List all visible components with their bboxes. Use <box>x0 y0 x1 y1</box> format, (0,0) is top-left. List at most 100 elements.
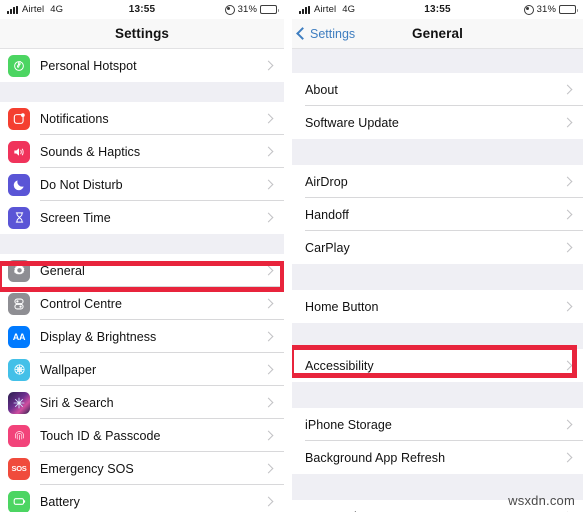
chevron-right-icon <box>562 176 573 187</box>
group-separator <box>0 234 284 254</box>
sidebar-item-general[interactable]: General <box>0 254 284 287</box>
list-item-carplay[interactable]: CarPlay <box>292 231 583 264</box>
general-group-storage: iPhone Storage Background App Refresh <box>292 408 583 474</box>
chevron-right-icon <box>562 242 573 253</box>
status-bar-right: 31% <box>523 4 578 15</box>
chevron-right-icon <box>263 430 274 441</box>
sidebar-item-touch-id-passcode[interactable]: Touch ID & Passcode <box>0 419 284 452</box>
left-settings-list[interactable]: Personal Hotspot Notifications Sounds & … <box>0 49 284 512</box>
emergency-sos-icon: SOS <box>8 457 30 480</box>
sidebar-item-label: General <box>40 263 85 278</box>
status-bar-right: 31% <box>224 4 279 15</box>
list-item-software-update[interactable]: Software Update <box>292 106 583 139</box>
list-item-background-app-refresh[interactable]: Background App Refresh <box>292 441 583 474</box>
general-settings-list[interactable]: About Software Update AirDrop Handoff Ca… <box>292 49 583 512</box>
battery-percent-label: 31% <box>536 4 556 15</box>
sidebar-item-control-centre[interactable]: Control Centre <box>0 287 284 320</box>
list-item-label: AirDrop <box>305 174 348 189</box>
notifications-icon <box>8 107 30 130</box>
chevron-left-icon <box>296 27 309 40</box>
chevron-right-icon <box>263 397 274 408</box>
sidebar-item-battery[interactable]: Battery <box>0 485 284 512</box>
general-group-accessibility: Accessibility <box>292 349 583 382</box>
chevron-right-icon <box>263 60 274 71</box>
watermark: wsxdn.com <box>508 493 575 508</box>
wallpaper-icon <box>8 358 30 381</box>
display-brightness-icon: AA <box>8 325 30 348</box>
group-separator <box>292 139 583 165</box>
list-top-gap <box>292 49 583 73</box>
sidebar-item-wallpaper[interactable]: Wallpaper <box>0 353 284 386</box>
chevron-right-icon <box>263 212 274 223</box>
settings-group-system: General Control Centre AA Display & Brig… <box>0 254 284 512</box>
list-item-label: Background App Refresh <box>305 450 446 465</box>
sidebar-item-label: Siri & Search <box>40 395 114 410</box>
sidebar-item-notifications[interactable]: Notifications <box>0 102 284 135</box>
panel-gutter <box>284 0 292 512</box>
sounds-haptics-icon <box>8 140 30 163</box>
chevron-right-icon <box>562 209 573 220</box>
touch-id-passcode-icon <box>8 424 30 447</box>
general-group-continuity: AirDrop Handoff CarPlay <box>292 165 583 264</box>
chevron-right-icon <box>263 331 274 342</box>
chevron-right-icon <box>562 419 573 430</box>
sidebar-item-label: Screen Time <box>40 210 111 225</box>
settings-group-connectivity: Personal Hotspot <box>0 49 284 82</box>
list-item-label: iPhone Storage <box>305 417 392 432</box>
siri-search-icon <box>8 391 30 414</box>
group-separator <box>0 82 284 102</box>
rotation-lock-icon <box>523 4 534 15</box>
group-separator <box>292 323 583 349</box>
sidebar-item-siri-search[interactable]: Siri & Search <box>0 386 284 419</box>
chevron-right-icon <box>263 265 274 276</box>
sidebar-item-label: Do Not Disturb <box>40 177 123 192</box>
chevron-right-icon <box>263 179 274 190</box>
right-nav-bar: Settings General <box>292 19 583 49</box>
battery-percent-label: 31% <box>237 4 257 15</box>
back-button-label: Settings <box>310 26 356 41</box>
personal-hotspot-icon <box>8 54 30 77</box>
list-item-label: Software Update <box>305 115 399 130</box>
chevron-right-icon <box>263 364 274 375</box>
list-item-label: About <box>305 82 338 97</box>
sidebar-item-display-brightness[interactable]: AA Display & Brightness <box>0 320 284 353</box>
chevron-right-icon <box>263 113 274 124</box>
sidebar-item-label: Control Centre <box>40 296 122 311</box>
left-phone-screenshot: Airtel 4G 13:55 31% Settings Personal Ho… <box>0 0 284 512</box>
settings-group-alerts: Notifications Sounds & Haptics Do Not Di… <box>0 102 284 234</box>
list-item-iphone-storage[interactable]: iPhone Storage <box>292 408 583 441</box>
general-group-home-button: Home Button <box>292 290 583 323</box>
right-status-bar: Airtel 4G 13:55 31% <box>292 0 583 19</box>
back-button[interactable]: Settings <box>292 27 355 41</box>
list-item-airdrop[interactable]: AirDrop <box>292 165 583 198</box>
sidebar-item-label: Personal Hotspot <box>40 58 137 73</box>
sidebar-item-personal-hotspot[interactable]: Personal Hotspot <box>0 49 284 82</box>
general-group-info: About Software Update <box>292 73 583 139</box>
sidebar-item-emergency-sos[interactable]: SOS Emergency SOS <box>0 452 284 485</box>
list-item-label: CarPlay <box>305 240 350 255</box>
list-item-accessibility[interactable]: Accessibility <box>292 349 583 382</box>
sidebar-item-sounds-haptics[interactable]: Sounds & Haptics <box>0 135 284 168</box>
rotation-lock-icon <box>224 4 235 15</box>
list-item-home-button[interactable]: Home Button <box>292 290 583 323</box>
sidebar-item-screen-time[interactable]: Screen Time <box>0 201 284 234</box>
chevron-right-icon <box>263 496 274 507</box>
chevron-right-icon <box>562 84 573 95</box>
left-nav-bar: Settings <box>0 19 284 49</box>
chevron-right-icon <box>562 452 573 463</box>
sidebar-item-label: Emergency SOS <box>40 461 134 476</box>
group-separator <box>292 264 583 290</box>
list-item-about[interactable]: About <box>292 73 583 106</box>
sidebar-item-label: Display & Brightness <box>40 329 157 344</box>
sidebar-item-label: Notifications <box>40 111 109 126</box>
sidebar-item-label: Touch ID & Passcode <box>40 428 161 443</box>
list-item-handoff[interactable]: Handoff <box>292 198 583 231</box>
chevron-right-icon <box>562 360 573 371</box>
comparison-screenshot: Airtel 4G 13:55 31% Settings Personal Ho… <box>0 0 583 512</box>
group-separator <box>292 382 583 408</box>
chevron-right-icon <box>263 298 274 309</box>
sidebar-item-do-not-disturb[interactable]: Do Not Disturb <box>0 168 284 201</box>
list-item-label: Handoff <box>305 207 349 222</box>
sidebar-item-label: Sounds & Haptics <box>40 144 141 159</box>
left-status-bar: Airtel 4G 13:55 31% <box>0 0 284 19</box>
